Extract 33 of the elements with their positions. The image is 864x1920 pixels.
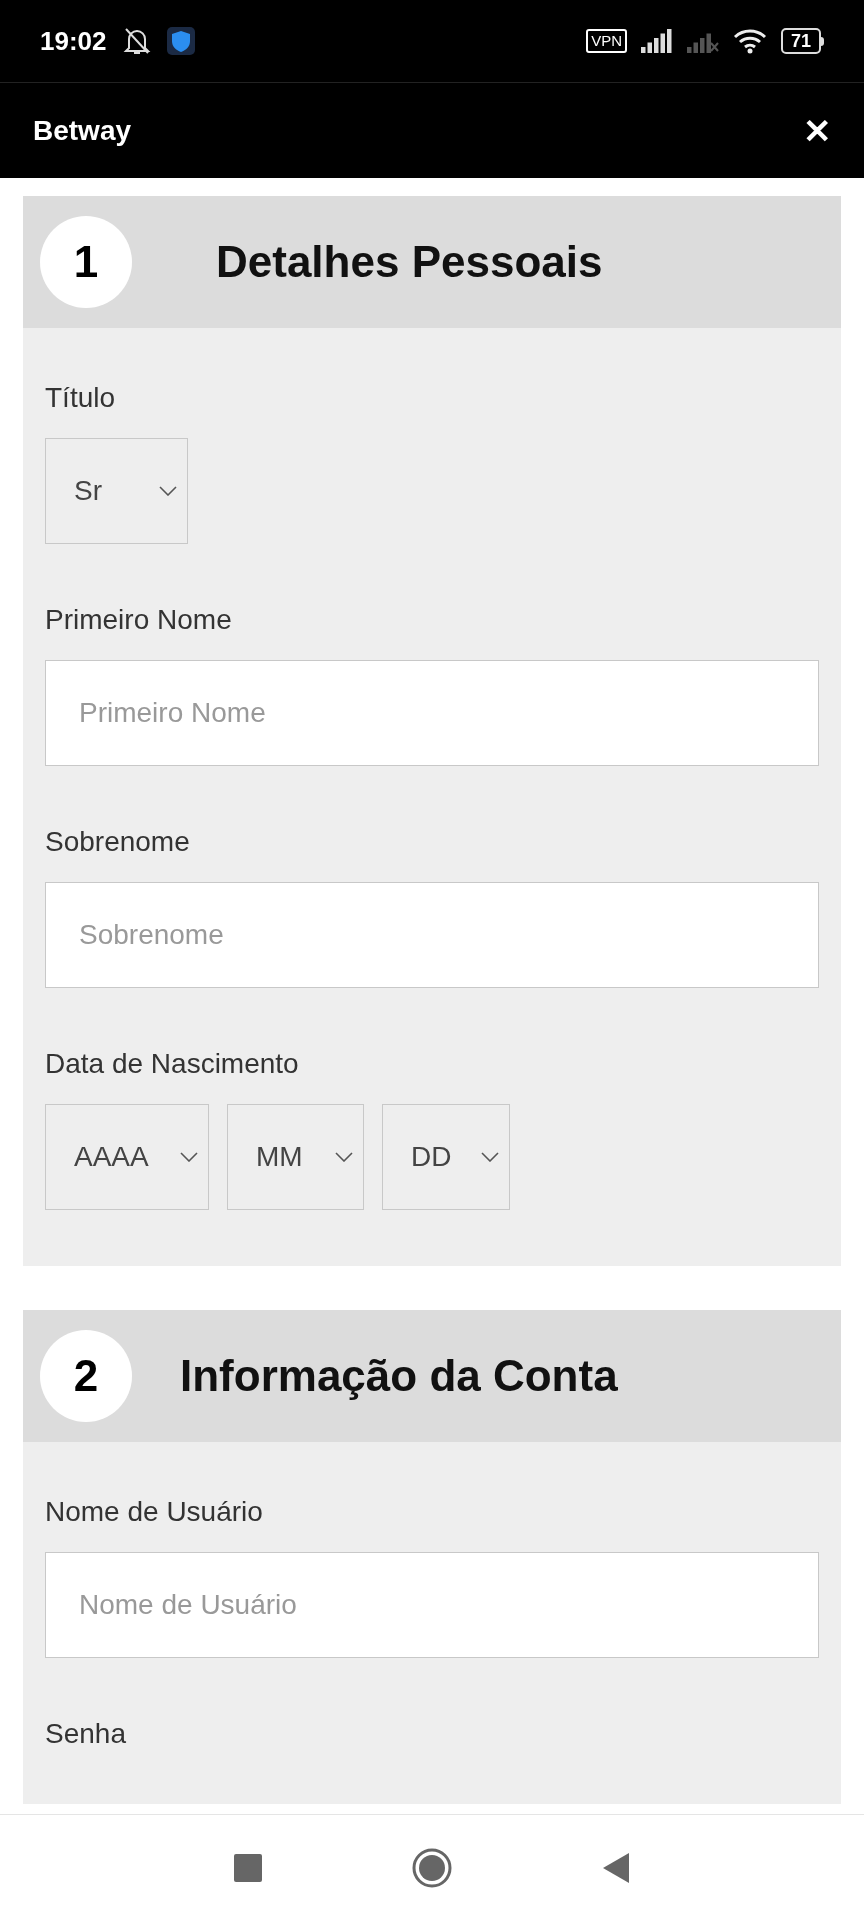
dropdown[interactable]: Sr	[45, 438, 188, 544]
close-button[interactable]: ✕	[803, 113, 831, 148]
section-title: Detalhes Pessoais	[216, 236, 603, 288]
clock: 19:02	[40, 24, 107, 58]
dropdown[interactable]: MM	[227, 1104, 364, 1210]
dropdown[interactable]: AAAA	[45, 1104, 209, 1210]
wifi-icon	[732, 28, 767, 54]
field-label: Título	[45, 384, 117, 412]
field-label: Primeiro Nome	[45, 606, 233, 634]
step-number: 2	[40, 1330, 132, 1422]
field-label: Data de Nascimento	[45, 1050, 300, 1078]
home-icon[interactable]	[412, 1847, 452, 1888]
text-field[interactable]: Primeiro Nome	[45, 660, 819, 766]
section-title: Informação da Conta	[180, 1350, 618, 1402]
dropdown[interactable]: DD	[382, 1104, 510, 1210]
recents-icon[interactable]	[234, 1853, 262, 1882]
field-label: Sobrenome	[45, 828, 191, 856]
chevron-down-icon	[335, 1152, 353, 1162]
shield-icon	[166, 27, 195, 55]
app-title: Betway	[33, 113, 132, 148]
signal-icon	[640, 29, 673, 53]
bell-off-icon	[122, 26, 151, 56]
chevron-down-icon	[159, 486, 177, 496]
text-field[interactable]: Sobrenome	[45, 882, 819, 988]
field-label: Nome de Usuário	[45, 1498, 264, 1526]
text-field[interactable]: Nome de Usuário	[45, 1552, 819, 1658]
back-icon[interactable]	[602, 1851, 630, 1884]
step-number: 1	[40, 216, 132, 308]
chevron-down-icon	[481, 1152, 499, 1162]
battery-icon: 71	[780, 28, 824, 54]
chevron-down-icon	[180, 1152, 198, 1162]
field-label: Senha	[45, 1720, 127, 1748]
vpn-badge: VPN	[586, 29, 627, 53]
